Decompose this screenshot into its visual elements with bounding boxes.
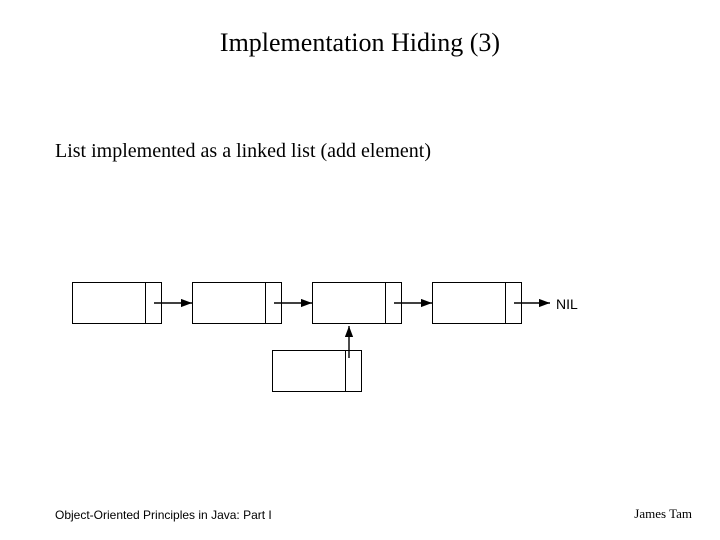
arrows-layer	[0, 0, 720, 540]
pointer-divider	[345, 351, 346, 391]
list-node	[312, 282, 402, 324]
footer-right: James Tam	[634, 506, 692, 522]
footer-left: Object-Oriented Principles in Java: Part…	[55, 508, 272, 522]
pointer-divider	[145, 283, 146, 323]
inserted-node	[272, 350, 362, 392]
list-node	[192, 282, 282, 324]
nil-label: NIL	[556, 296, 578, 312]
pointer-divider	[385, 283, 386, 323]
pointer-divider	[265, 283, 266, 323]
linked-list-diagram: NIL	[0, 0, 720, 540]
list-node	[72, 282, 162, 324]
list-node	[432, 282, 522, 324]
pointer-divider	[505, 283, 506, 323]
